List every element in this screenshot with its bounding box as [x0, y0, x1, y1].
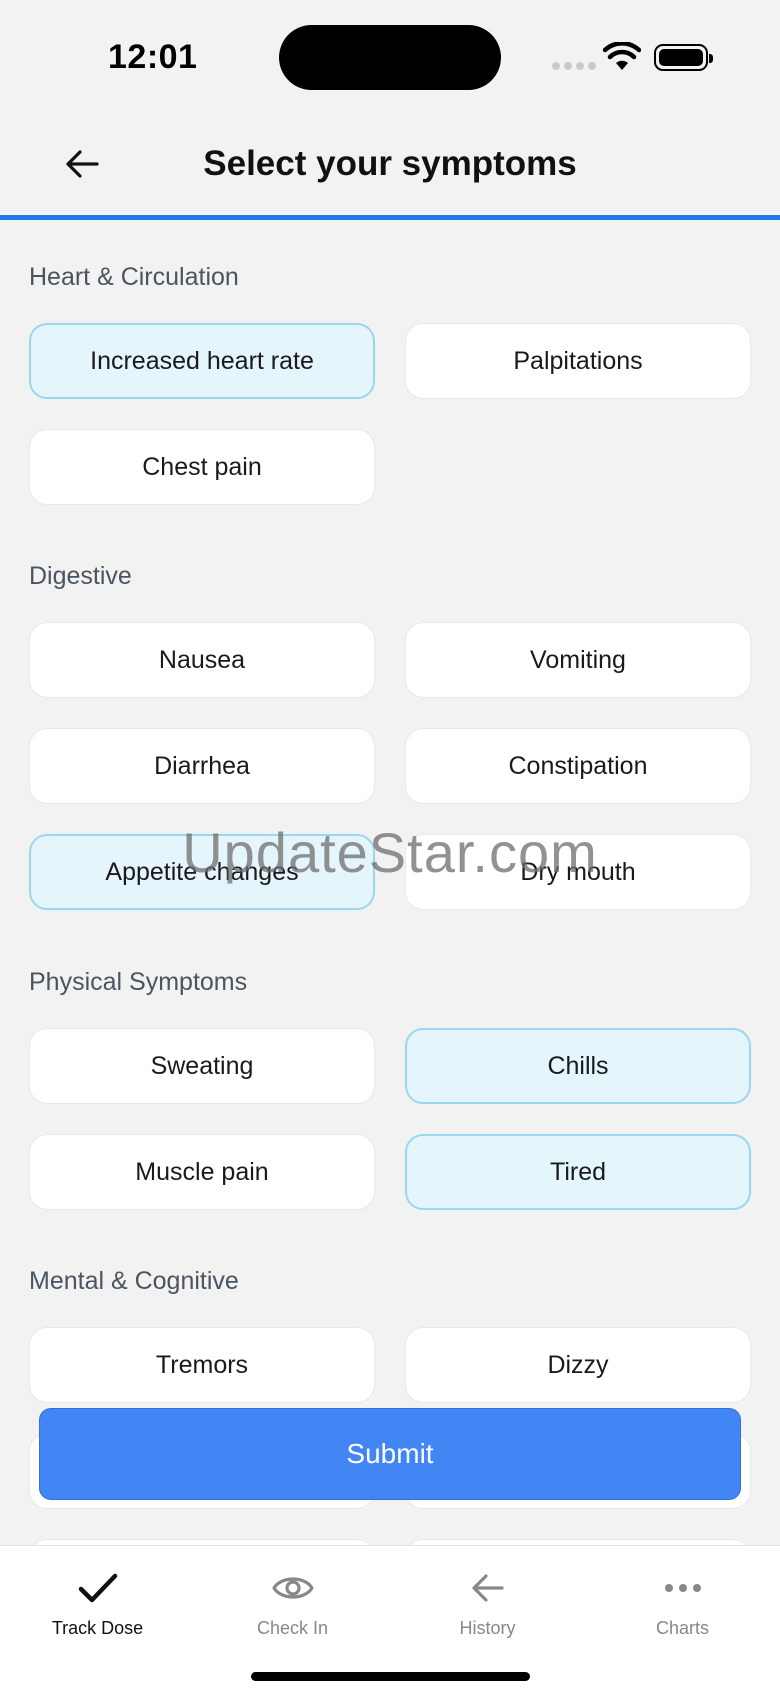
- nav-history[interactable]: History: [390, 1566, 585, 1656]
- wifi-icon: [603, 42, 641, 70]
- symptom-list[interactable]: Heart & Circulation Increased heart rate…: [0, 220, 780, 1545]
- symptom-chip-palpitations[interactable]: Palpitations: [405, 323, 751, 399]
- arrow-left-icon: [471, 1574, 504, 1602]
- symptom-chip-chills[interactable]: Chills: [405, 1028, 751, 1104]
- status-bar: 12:01: [0, 0, 780, 110]
- dynamic-island: [279, 25, 501, 90]
- nav-track-dose[interactable]: Track Dose: [0, 1566, 195, 1656]
- status-time: 12:01: [108, 38, 198, 76]
- symptom-chip-dizzy[interactable]: Dizzy: [405, 1327, 751, 1403]
- symptom-chip-diarrhea[interactable]: Diarrhea: [29, 728, 375, 804]
- symptom-chip-sweating[interactable]: Sweating: [29, 1028, 375, 1104]
- symptom-chip-tired[interactable]: Tired: [405, 1134, 751, 1210]
- symptom-chip-chest-pain[interactable]: Chest pain: [29, 429, 375, 505]
- nav-label: History: [459, 1618, 516, 1638]
- symptom-chip-vomiting[interactable]: Vomiting: [405, 622, 751, 698]
- battery-icon: [654, 44, 713, 71]
- section-title: Physical Symptoms: [29, 968, 248, 996]
- nav-label: Track Dose: [51, 1618, 144, 1638]
- section-title: Mental & Cognitive: [29, 1267, 239, 1295]
- symptom-chip-dry-mouth[interactable]: Dry mouth: [405, 834, 751, 910]
- app-header: Select your symptoms: [0, 110, 780, 220]
- nav-charts[interactable]: Charts: [585, 1566, 780, 1656]
- symptom-chip-tremors[interactable]: Tremors: [29, 1327, 375, 1403]
- symptom-chip-constipation[interactable]: Constipation: [405, 728, 751, 804]
- symptom-chip-nausea[interactable]: Nausea: [29, 622, 375, 698]
- symptom-chip-muscle-pain[interactable]: Muscle pain: [29, 1134, 375, 1210]
- page-title: Select your symptoms: [203, 144, 577, 183]
- more-horizontal-icon: [664, 1584, 701, 1592]
- symptom-chip-appetite-changes[interactable]: Appetite changes: [29, 834, 375, 910]
- section-title: Heart & Circulation: [29, 263, 239, 291]
- section-title: Digestive: [29, 562, 132, 590]
- symptom-chip-increased-heart-rate[interactable]: Increased heart rate: [29, 323, 375, 399]
- cellular-signal-icon: [552, 62, 596, 70]
- submit-button[interactable]: Submit: [39, 1408, 741, 1500]
- nav-label: Check In: [256, 1618, 329, 1638]
- eye-icon: [271, 1577, 314, 1599]
- nav-label: Charts: [655, 1618, 709, 1638]
- home-indicator: [251, 1672, 530, 1681]
- checkmark-icon: [78, 1573, 117, 1603]
- nav-check-in[interactable]: Check In: [195, 1566, 390, 1656]
